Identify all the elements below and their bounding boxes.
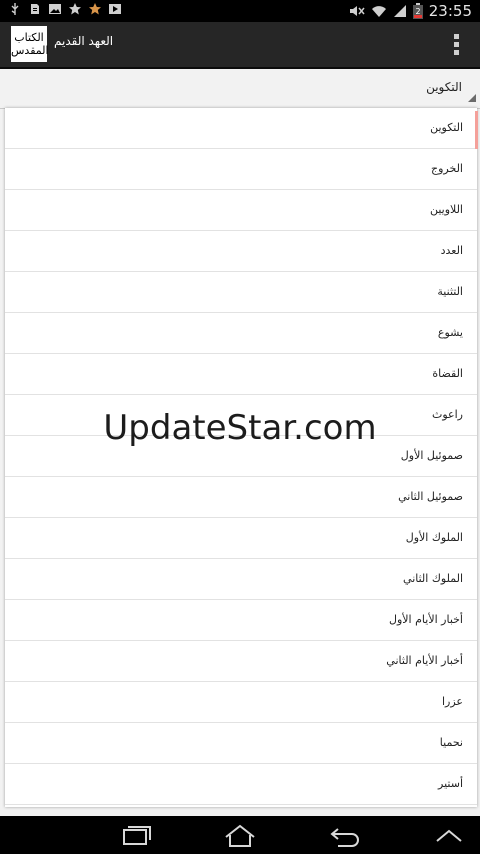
wifi-icon [371, 6, 386, 17]
list-item-label: صموئيل الثاني [398, 490, 463, 503]
book-spinner[interactable]: التكوين [0, 68, 480, 109]
up-icon[interactable] [431, 824, 467, 848]
spinner-selected: التكوين [426, 80, 462, 94]
list-item-label: أخبار الأيام الأول [388, 613, 463, 626]
list-item-label: القضاة [432, 367, 463, 380]
list-item[interactable]: نحميا [5, 723, 477, 764]
list-item-label: الملوك الثاني [403, 572, 463, 585]
app-logo-line2: المقدس [11, 44, 49, 57]
list-item-label: صموئيل الأول [400, 449, 463, 462]
list-item[interactable]: عزرا [5, 682, 477, 723]
list-item[interactable]: صموئيل الثاني [5, 477, 477, 518]
star-icon [89, 3, 101, 15]
battery-icon: 2 [412, 3, 423, 19]
signal-icon [393, 5, 406, 17]
sd-card-icon [31, 4, 39, 14]
list-item[interactable]: أستير [5, 764, 477, 805]
status-right-icons: 2 23:55 [349, 0, 472, 22]
list-item-label: التثنية [437, 285, 463, 298]
action-bar: الكتاب المقدس العهد القديم [0, 22, 480, 69]
mute-icon [349, 6, 365, 16]
star-icon [69, 3, 81, 15]
list-item-label: اللاويين [429, 203, 463, 216]
scrollbar-thumb[interactable] [475, 111, 478, 149]
app-logo-line1: الكتاب [14, 31, 44, 44]
battery-level: 2 [415, 7, 420, 16]
list-item[interactable]: أخبار الأيام الأول [5, 600, 477, 641]
list-item[interactable]: يشوع [5, 313, 477, 354]
app-logo[interactable]: الكتاب المقدس [11, 26, 49, 62]
watermark: UpdateStar.com [103, 408, 377, 448]
home-icon[interactable] [222, 824, 258, 848]
list-item[interactable]: الملوك الثاني [5, 559, 477, 600]
image-icon [49, 4, 61, 14]
status-left-icons [8, 2, 122, 16]
list-item-label: يشوع [437, 326, 463, 339]
list-item-label: الملوك الأول [405, 531, 463, 544]
list-item-label: التكوين [430, 121, 463, 134]
list-item[interactable]: العدد [5, 231, 477, 272]
list-item[interactable]: التكوين [5, 108, 477, 149]
list-item-label: العدد [440, 244, 463, 257]
play-store-icon [109, 4, 121, 14]
list-item[interactable]: التثنية [5, 272, 477, 313]
list-item-label: أستير [438, 777, 463, 790]
list-item[interactable]: القضاة [5, 354, 477, 395]
usb-icon [11, 3, 19, 15]
app-title: العهد القديم [54, 34, 114, 48]
overflow-menu-icon[interactable] [454, 34, 462, 56]
list-item-label: أخبار الأيام الثاني [386, 654, 463, 667]
list-item[interactable]: اللاويين [5, 190, 477, 231]
back-icon[interactable] [326, 824, 362, 848]
book-dropdown-list[interactable]: التكوين الخروج اللاويين العدد التثنية يش… [5, 108, 477, 807]
list-item-label: الخروج [431, 162, 463, 175]
list-item[interactable]: الملوك الأول [5, 518, 477, 559]
spinner-arrow-icon [468, 94, 476, 102]
clock: 23:55 [428, 2, 472, 20]
list-item[interactable]: أخبار الأيام الثاني [5, 641, 477, 682]
recent-apps-icon[interactable] [118, 824, 154, 848]
list-item[interactable]: الخروج [5, 149, 477, 190]
list-item-label: عزرا [441, 695, 463, 708]
list-item-label: نحميا [439, 736, 463, 749]
status-bar: 2 23:55 [0, 0, 480, 22]
navigation-bar [0, 816, 480, 854]
